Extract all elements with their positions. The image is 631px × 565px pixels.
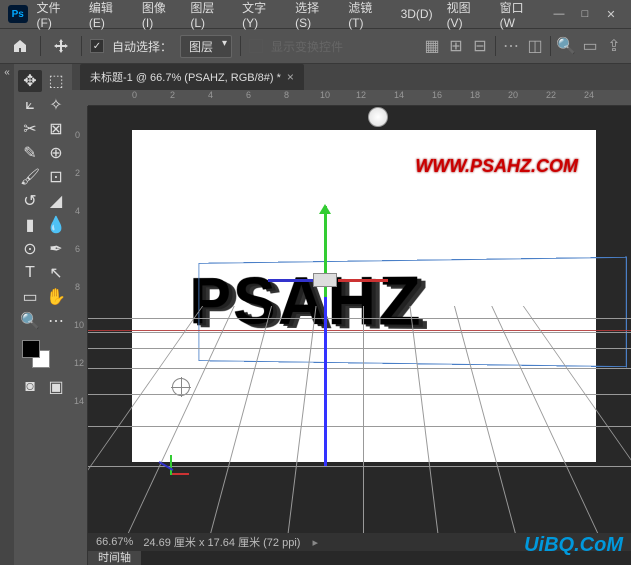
path-select-tool[interactable]: ↖ xyxy=(44,262,68,284)
heal-tool[interactable]: ⊕ xyxy=(44,142,68,164)
foreground-swatch[interactable] xyxy=(22,340,40,358)
history-brush-tool[interactable]: ↺ xyxy=(18,190,42,212)
panel-expand-strip[interactable]: « xyxy=(0,64,14,565)
canvas-viewport[interactable]: WWW.PSAHZ.COM PSAHZ xyxy=(88,106,631,535)
screenmode-tool[interactable]: ▣ xyxy=(44,376,68,398)
dodge-tool[interactable]: ⊙ xyxy=(18,238,42,260)
watermark-url: WWW.PSAHZ.COM xyxy=(415,156,578,177)
brush-tool[interactable]: 🖌 xyxy=(18,166,42,188)
auto-select-label: 自动选择： xyxy=(112,38,172,55)
transform-label: 显示变换控件 xyxy=(271,38,343,55)
menu-view[interactable]: 视图(V) xyxy=(442,0,491,32)
color-swatches[interactable] xyxy=(22,340,52,370)
menu-image[interactable]: 图像(I) xyxy=(137,0,181,32)
options-bar: ✓ 自动选择： 图层 显示变换控件 ▦ ⊞ ⊟ ⋯ ◫ 🔍 ▭ ⇪ xyxy=(0,28,631,64)
3d-axis-vertical[interactable] xyxy=(324,206,327,466)
crop-tool[interactable]: ✂ xyxy=(18,118,42,140)
status-arrow-icon[interactable]: ▸ xyxy=(312,536,318,549)
menu-select[interactable]: 选择(S) xyxy=(290,0,339,32)
wand-tool[interactable]: ✧ xyxy=(44,94,68,116)
menu-file[interactable]: 文件(F) xyxy=(32,0,80,32)
menu-type[interactable]: 文字(Y) xyxy=(237,0,286,32)
lasso-tool[interactable]: ⟀ xyxy=(18,94,42,116)
edit-toolbar[interactable]: ⋯ xyxy=(44,310,68,332)
workspace-icon[interactable]: ▭ xyxy=(581,37,599,55)
3d-light-widget[interactable] xyxy=(368,107,388,127)
quickmask-tool[interactable]: ◙ xyxy=(18,376,42,398)
eyedropper-tool[interactable]: ✎ xyxy=(18,142,42,164)
minimize-button[interactable]: — xyxy=(547,4,571,24)
auto-select-checkbox[interactable]: ✓ xyxy=(90,39,104,53)
app-icon: Ps xyxy=(8,5,28,23)
hand-tool[interactable]: ✋ xyxy=(44,286,68,308)
tools-panel: ✥ ⬚ ⟀ ✧ ✂ ⊠ ✎ ⊕ 🖌 ⊡ ↺ ◢ ▮ 💧 ⊙ ✒ T ↖ ▭ ✋ … xyxy=(14,64,72,565)
stamp-tool[interactable]: ⊡ xyxy=(44,166,68,188)
frame-tool[interactable]: ⊠ xyxy=(44,118,68,140)
document-tab-bar: 未标题-1 @ 66.7% (PSAHZ, RGB/8#) * × xyxy=(72,64,631,90)
zoom-level[interactable]: 66.67% xyxy=(96,536,133,548)
home-button[interactable] xyxy=(8,34,32,58)
mode-3d-icon[interactable]: ◫ xyxy=(526,37,544,55)
shape-tool[interactable]: ▭ xyxy=(18,286,42,308)
maximize-button[interactable]: □ xyxy=(573,4,597,24)
zoom-tool[interactable]: 🔍 xyxy=(18,310,42,332)
3d-axis-center[interactable] xyxy=(313,273,337,287)
share-icon[interactable]: ⇪ xyxy=(605,37,623,55)
eraser-tool[interactable]: ◢ xyxy=(44,190,68,212)
align-icon-2[interactable]: ⊞ xyxy=(447,37,465,55)
close-button[interactable]: ✕ xyxy=(599,4,623,24)
move-tool-icon[interactable] xyxy=(49,34,73,58)
tab-close-icon[interactable]: × xyxy=(287,70,294,84)
document-tab[interactable]: 未标题-1 @ 66.7% (PSAHZ, RGB/8#) * × xyxy=(80,64,304,90)
blur-tool[interactable]: 💧 xyxy=(44,214,68,236)
ruler-corner xyxy=(72,90,88,106)
title-bar: Ps 文件(F) 编辑(E) 图像(I) 图层(L) 文字(Y) 选择(S) 滤… xyxy=(0,0,631,28)
transform-checkbox[interactable] xyxy=(249,39,263,53)
menu-layer[interactable]: 图层(L) xyxy=(185,0,233,32)
timeline-panel-tab[interactable]: 时间轴 xyxy=(88,551,141,565)
move-tool[interactable]: ✥ xyxy=(18,70,42,92)
marquee-tool[interactable]: ⬚ xyxy=(44,70,68,92)
align-icon-1[interactable]: ▦ xyxy=(423,37,441,55)
3d-ground-plane xyxy=(88,306,631,535)
menu-edit[interactable]: 编辑(E) xyxy=(84,0,133,32)
ruler-horizontal[interactable]: 0 2 4 6 8 10 12 14 16 18 20 22 24 xyxy=(88,90,631,106)
mini-axes-widget[interactable] xyxy=(156,453,186,483)
ruler-vertical[interactable]: 0 2 4 6 8 10 12 14 xyxy=(72,106,88,565)
type-tool[interactable]: T xyxy=(18,262,42,284)
search-icon[interactable]: 🔍 xyxy=(557,37,575,55)
source-watermark: UiBQ.CoM xyxy=(524,534,623,557)
doc-dimensions[interactable]: 24.69 厘米 x 17.64 厘米 (72 ppi) xyxy=(143,534,300,550)
pen-tool[interactable]: ✒ xyxy=(44,238,68,260)
align-icon-3[interactable]: ⊟ xyxy=(471,37,489,55)
menu-3d[interactable]: 3D(D) xyxy=(396,5,438,23)
more-icon[interactable]: ⋯ xyxy=(502,37,520,55)
gradient-tool[interactable]: ▮ xyxy=(18,214,42,236)
document-tab-title: 未标题-1 @ 66.7% (PSAHZ, RGB/8#) * xyxy=(90,69,281,85)
target-select[interactable]: 图层 xyxy=(180,35,232,58)
menu-window[interactable]: 窗口(W xyxy=(495,0,543,32)
menu-filter[interactable]: 滤镜(T) xyxy=(343,0,391,32)
